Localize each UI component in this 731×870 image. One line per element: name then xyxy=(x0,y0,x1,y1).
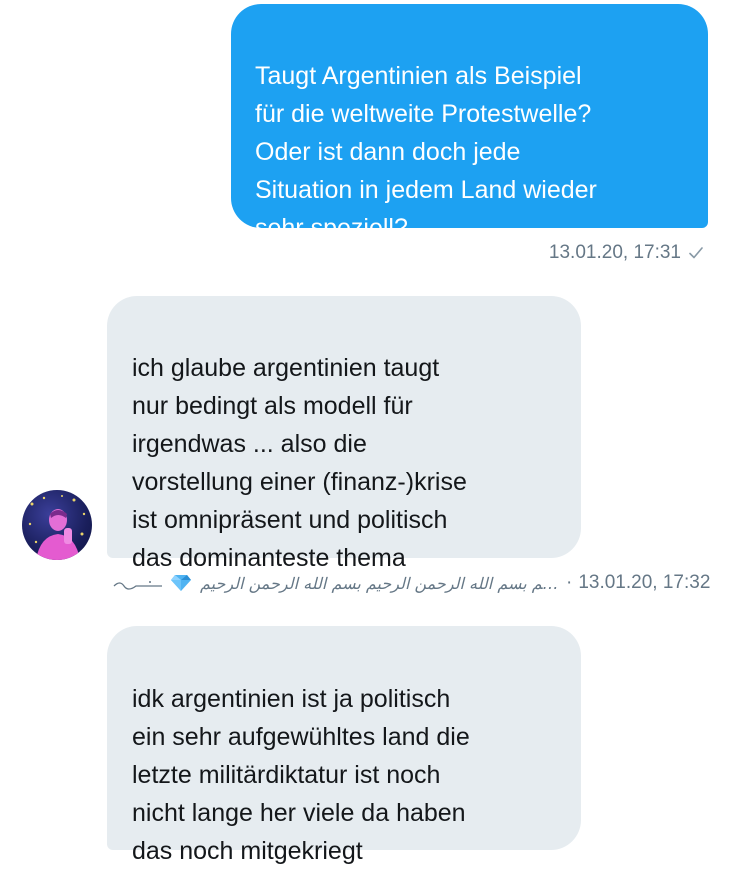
outgoing-timestamp: 13.01.20, 17:31 xyxy=(548,242,681,263)
incoming-message-bubble[interactable]: idk argentinien ist ja politisch ein seh… xyxy=(107,626,581,865)
incoming-message-text: idk argentinien ist ja politisch ein seh… xyxy=(132,685,470,865)
meta-separator: · xyxy=(566,572,573,593)
check-icon xyxy=(689,247,703,259)
incoming-message-meta: بسم الله الرحمن الرحيم بسم الله الرحمن ا… xyxy=(112,570,731,596)
outgoing-message-bubble[interactable]: Taugt Argentinien als Beispiel für die w… xyxy=(231,4,708,242)
avatar-image xyxy=(28,495,86,560)
name-flourish-icon xyxy=(113,581,162,590)
avatar[interactable] xyxy=(22,490,92,560)
sender-name[interactable]: بسم الله الرحمن الرحيم بسم الله الرحمن ا… xyxy=(200,574,560,593)
outgoing-message-meta: 13.01.20, 17:31 xyxy=(549,242,705,264)
incoming-message-text: ich glaube argentinien taugt nur bedingt… xyxy=(132,354,467,572)
incoming-timestamp: 13.01.20, 17:32 xyxy=(578,572,711,593)
gem-icon xyxy=(171,575,191,591)
incoming-message-bubble[interactable]: ich glaube argentinien taugt nur bedingt… xyxy=(107,296,581,572)
outgoing-message-text: Taugt Argentinien als Beispiel für die w… xyxy=(255,62,597,242)
